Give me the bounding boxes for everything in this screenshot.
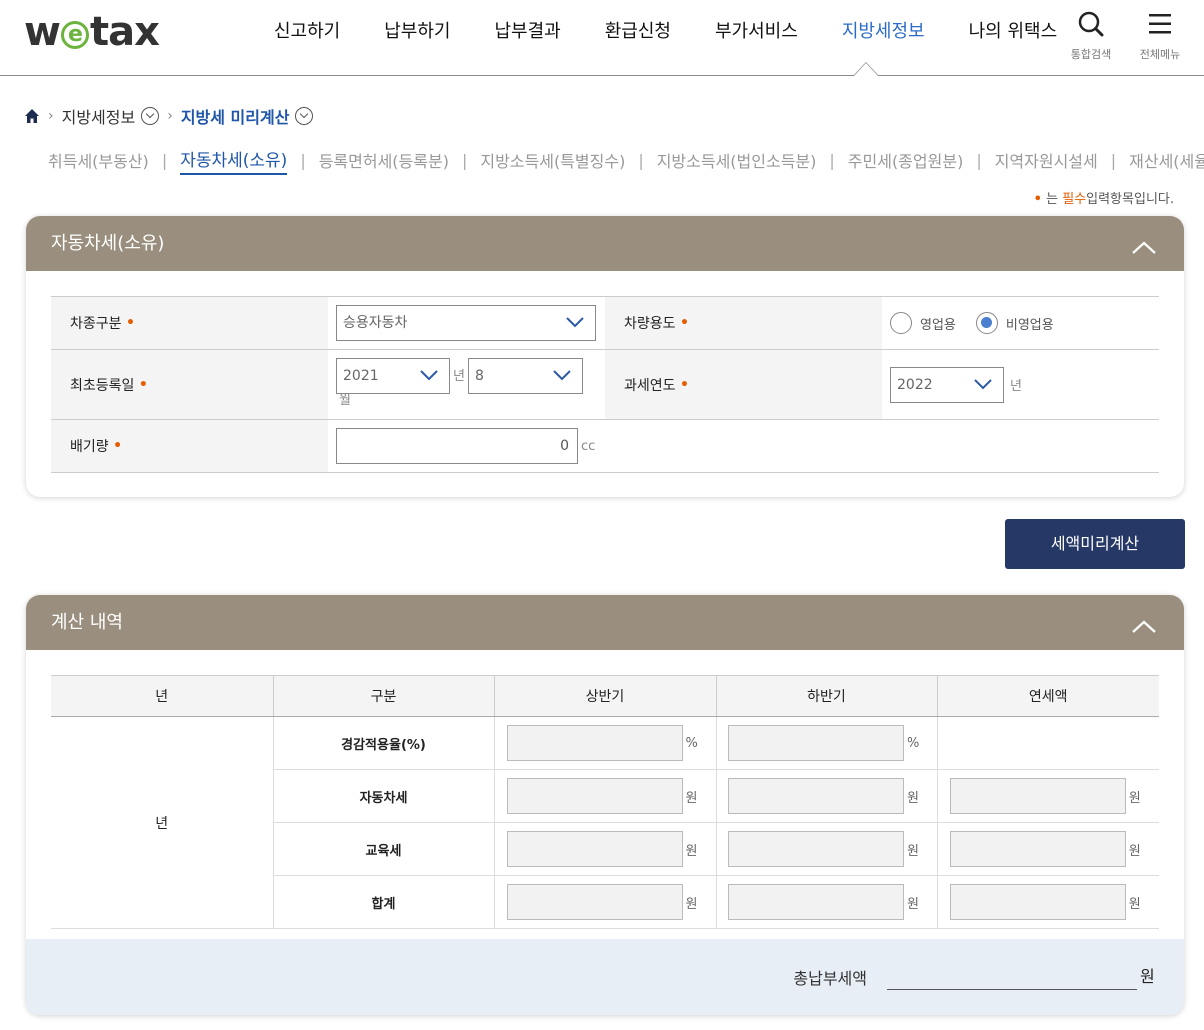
first-half-value: [506, 884, 683, 920]
result-panel-header: 계산 내역: [26, 595, 1184, 650]
chevron-down-circle-icon[interactable]: [295, 107, 314, 125]
nav-item-pay-result[interactable]: 납부결과: [473, 0, 583, 76]
tax-year-select[interactable]: 2022: [890, 366, 1004, 403]
col-second-half: 하반기: [716, 675, 938, 717]
home-icon[interactable]: [24, 108, 40, 124]
vehicle-tax-form: 차종구분 • 승용자동차 차량용도 • 영업용 비영업용 최초등록일 • 202…: [51, 296, 1159, 473]
col-year: 년: [51, 675, 274, 717]
displacement-unit: cc: [581, 438, 596, 454]
usage-label: 차량용도 •: [605, 297, 882, 349]
month-unit: 월: [339, 393, 351, 408]
first-half-value: [506, 831, 683, 867]
form-panel-header: 자동차세(소유): [26, 216, 1184, 271]
tab-acquisition-tax[interactable]: 취득세(부동산): [48, 148, 149, 174]
breadcrumb-level2[interactable]: 지방세 미리계산: [181, 104, 290, 128]
menu-label: 전체메뉴: [1139, 48, 1181, 61]
chevron-down-icon: [420, 370, 438, 381]
tab-registration-tax[interactable]: 등록면허세(등록분): [319, 148, 449, 174]
first-reg-year-select[interactable]: 2021: [336, 358, 450, 394]
displacement-label: 배기량 •: [51, 420, 328, 472]
tab-regional-resource-tax[interactable]: 지역자원시설세: [995, 148, 1098, 174]
first-reg-month-select[interactable]: 8: [467, 358, 583, 394]
second-half-value: [728, 778, 904, 814]
collapse-chevron-icon[interactable]: [1132, 236, 1156, 260]
total-tax-unit: 원: [1140, 967, 1155, 986]
nav-item-local-tax-info[interactable]: 지방세정보: [820, 0, 947, 76]
second-half-value: [728, 884, 904, 920]
vehicle-tax-form-panel: 자동차세(소유) 차종구분 • 승용자동차 차량용도 • 영업용 비영업용 최초…: [26, 216, 1184, 497]
chevron-down-icon: [553, 370, 571, 381]
result-panel-title: 계산 내역: [51, 612, 123, 633]
vehicle-type-select[interactable]: 승용자동차: [336, 305, 596, 341]
first-half-value: [506, 725, 683, 761]
tax-year-unit: 년: [1010, 379, 1022, 394]
form-panel-title: 자동차세(소유): [51, 233, 165, 254]
row-label: 자동차세: [273, 769, 495, 823]
row-label: 합계: [273, 875, 495, 929]
first-half-value: [506, 778, 683, 814]
nav-item-my-wetax[interactable]: 나의 위택스: [947, 0, 1080, 76]
chevron-down-icon: [974, 378, 992, 389]
tab-resident-tax-employee[interactable]: 주민세(종업원분): [848, 148, 964, 174]
tax-year-label: 과세연도 •: [605, 350, 882, 419]
site-header: w e tax 신고하기 납부하기 납부결과 환급신청 부가서비스 지방세정보 나의…: [0, 0, 1204, 76]
chevron-right-icon: ›: [48, 108, 54, 124]
calculate-tax-button[interactable]: 세액미리계산: [1005, 519, 1185, 569]
result-table: 년 구분 상반기 하반기 연세액 년 경감적용율(%) % % 자동차세 원 원…: [51, 675, 1159, 929]
year-cell: 년: [51, 716, 274, 929]
active-nav-indicator: [853, 62, 879, 76]
tab-property-tax[interactable]: 재산세(세율특례): [1129, 148, 1204, 174]
search-label: 통합검색: [1070, 48, 1112, 61]
tab-local-income-special[interactable]: 지방소득세(특별징수): [480, 148, 625, 174]
col-annual: 연세액: [937, 675, 1159, 717]
required-note: • 는 필수입력항목입니다.: [1033, 192, 1174, 207]
second-half-value: [728, 831, 904, 867]
nav-item-file[interactable]: 신고하기: [252, 0, 362, 76]
total-tax-value: [887, 989, 1137, 990]
tab-vehicle-tax[interactable]: 자동차세(소유): [180, 146, 288, 175]
row-label: 교육세: [273, 822, 495, 876]
year-unit: 년: [453, 369, 465, 384]
breadcrumb-level1[interactable]: 지방세정보: [62, 104, 136, 128]
radio-commercial[interactable]: 영업용: [890, 312, 956, 334]
hamburger-icon: [1149, 14, 1171, 34]
annual-value: [949, 831, 1126, 867]
row-label: 경감적용율(%): [273, 716, 495, 770]
col-category: 구분: [273, 675, 495, 717]
nav-item-pay[interactable]: 납부하기: [362, 0, 472, 76]
chevron-right-icon: ›: [167, 108, 173, 124]
calculation-result-panel: 계산 내역 년 구분 상반기 하반기 연세액 년 경감적용율(%) % % 자동…: [26, 595, 1184, 1015]
nav-item-extra[interactable]: 부가서비스: [693, 0, 820, 76]
search-button[interactable]: 통합검색: [1061, 10, 1121, 62]
vehicle-type-label: 차종구분 •: [51, 297, 328, 349]
nav-item-refund[interactable]: 환급신청: [583, 0, 693, 76]
second-half-value: [728, 725, 904, 761]
main-nav: 신고하기 납부하기 납부결과 환급신청 부가서비스 지방세정보 나의 위택스: [252, 0, 1079, 76]
total-tax-label: 총납부세액: [793, 969, 867, 988]
tax-type-tabs: 취득세(부동산) | 자동차세(소유) | 등록면허세(등록분) | 지방소득세(특별…: [48, 146, 1204, 175]
search-icon: [1078, 11, 1104, 37]
annual-value: [949, 884, 1126, 920]
chevron-down-circle-icon[interactable]: [141, 107, 160, 125]
tab-local-income-corp[interactable]: 지방소득세(법인소득분): [657, 148, 817, 174]
radio-non-commercial[interactable]: 비영업용: [975, 312, 1054, 334]
col-first-half: 상반기: [494, 675, 717, 717]
total-tax-bar: 총납부세액 원: [26, 939, 1184, 1015]
displacement-input[interactable]: 0: [336, 428, 578, 464]
full-menu-button[interactable]: 전체메뉴: [1130, 10, 1190, 62]
table-row: 년 경감적용율(%) % %: [51, 716, 1159, 929]
breadcrumb: › 지방세정보 › 지방세 미리계산: [24, 104, 314, 128]
first-registration-label: 최초등록일 •: [51, 350, 328, 419]
annual-value: [949, 778, 1126, 814]
chevron-down-icon: [566, 317, 584, 328]
wetax-logo[interactable]: w e tax: [24, 12, 160, 52]
collapse-chevron-icon[interactable]: [1132, 615, 1156, 639]
